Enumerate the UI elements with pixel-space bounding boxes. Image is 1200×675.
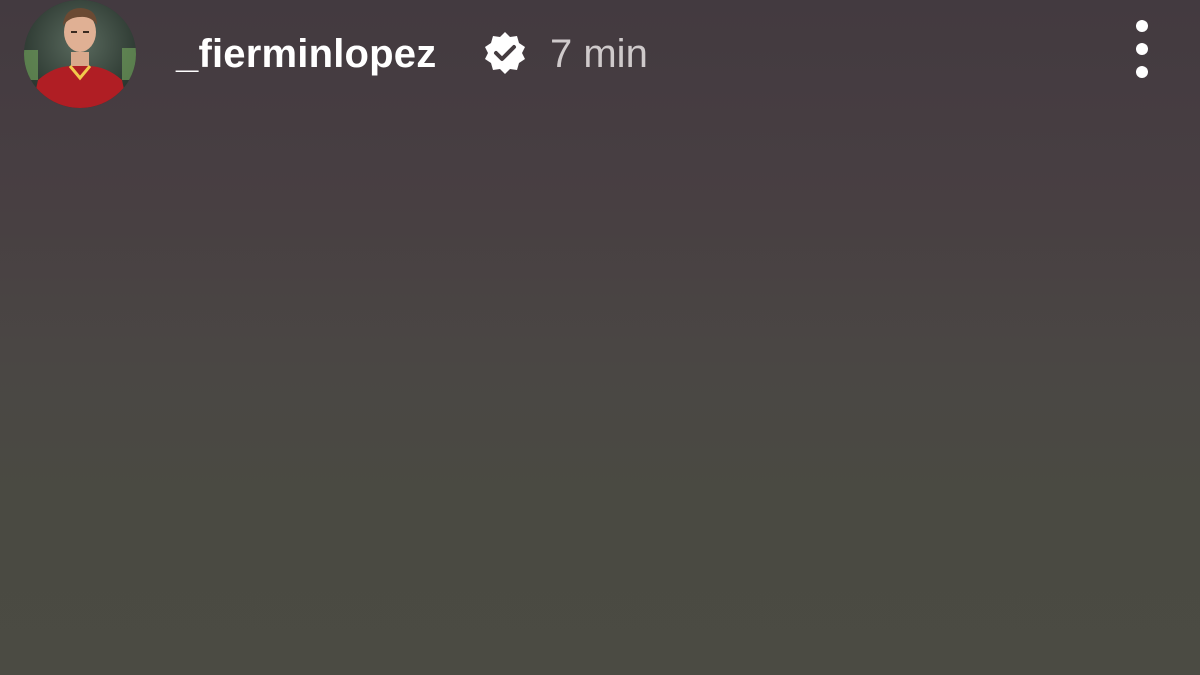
post-timestamp: 7 min: [550, 32, 648, 76]
avatar-photo: [24, 0, 136, 108]
story-content[interactable]: [0, 112, 1200, 675]
more-dot-bottom: [1136, 66, 1148, 78]
username[interactable]: _fierminlopez: [176, 26, 436, 82]
verified-badge-icon: [482, 30, 528, 76]
more-options-button[interactable]: [1120, 16, 1164, 82]
profile-avatar[interactable]: [24, 0, 136, 108]
more-dot-middle: [1136, 43, 1148, 55]
story-header: _fierminlopez 7 min: [0, 0, 1200, 112]
more-vertical-icon: [1136, 20, 1148, 32]
